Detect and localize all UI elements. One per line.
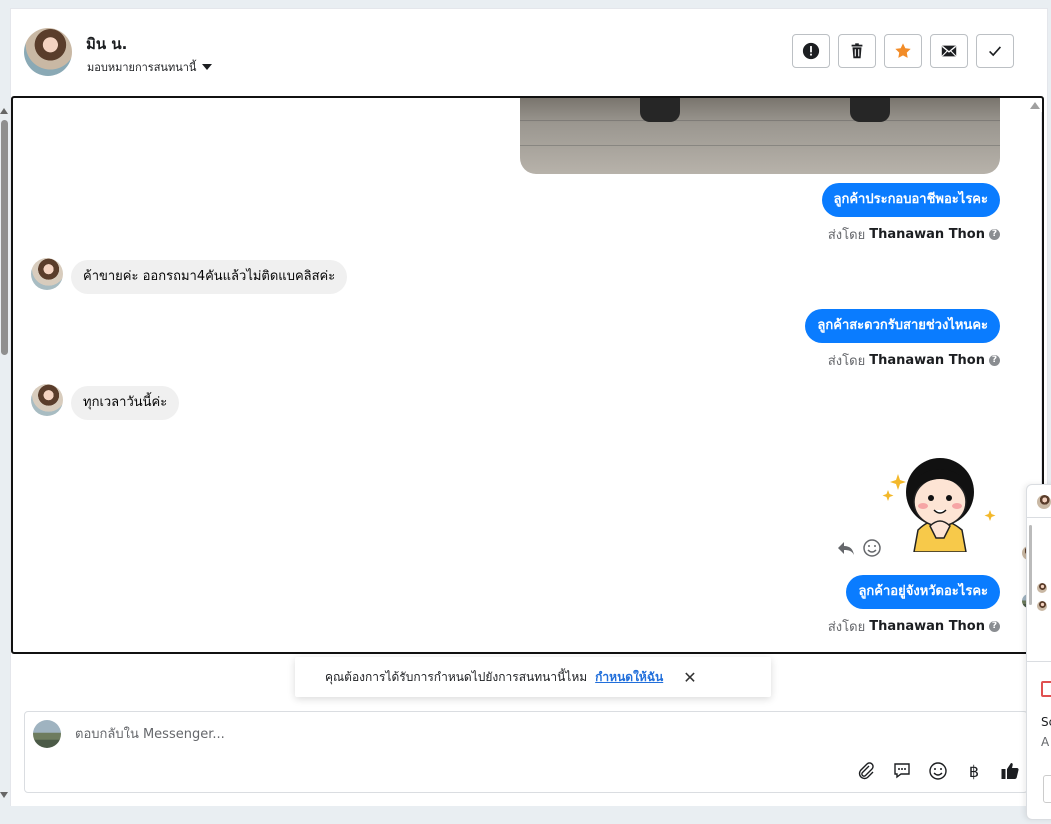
smiley-icon (929, 762, 947, 780)
saved-replies-button[interactable] (891, 760, 913, 782)
composer-toolbar: ฿ (855, 760, 1021, 782)
assign-prompt-text: คุณต้องการได้รับการกำหนดไปยังการสนทนานี้… (325, 669, 588, 684)
contact-avatar-small (31, 258, 63, 290)
attach-button[interactable] (855, 760, 877, 782)
assign-dropdown[interactable]: มอบหมายการสนทนานี้ (87, 58, 213, 76)
reply-icon[interactable] (836, 538, 856, 558)
assign-to-me-link[interactable]: กำหนดให้ฉัน (595, 668, 663, 687)
peek-scrollbar[interactable] (1029, 525, 1032, 605)
sent-by-prefix: ส่งโดย (827, 228, 866, 243)
caret-down-icon (202, 64, 213, 70)
payment-button[interactable]: ฿ (963, 760, 985, 782)
star-button[interactable] (884, 34, 922, 68)
peek-avatar (1037, 495, 1051, 509)
react-emoji-icon[interactable] (862, 538, 882, 558)
thread-scroll-up-arrow[interactable] (1030, 102, 1040, 109)
message-incoming[interactable]: ค้าขายค่ะ ออกรถมา4คันแล้วไม่ติดแบคลิสค่ะ (71, 260, 348, 294)
contact-avatar-small (31, 384, 63, 416)
header-actions (792, 34, 1014, 68)
app-icon (1041, 681, 1051, 697)
peek-avatar (1037, 583, 1047, 593)
thumbs-up-icon (1001, 763, 1019, 779)
emoji-button[interactable] (927, 760, 949, 782)
scroll-down-arrow[interactable] (0, 792, 8, 798)
peek-title: Sc (1041, 715, 1051, 729)
peek-subtitle: A (1041, 735, 1050, 749)
page-avatar (33, 720, 61, 748)
sent-by-label: ส่งโดย Thanawan Thon ? (828, 350, 1000, 371)
message-outgoing[interactable]: ลูกค้าอยู่จังหวัดอะไรคะ (846, 575, 1000, 609)
like-button[interactable] (999, 760, 1021, 782)
help-icon[interactable]: ? (989, 229, 1000, 240)
mark-unread-button[interactable] (930, 34, 968, 68)
delete-button[interactable] (838, 34, 876, 68)
sent-by-name: Thanawan Thon (869, 227, 985, 242)
scrollbar-thumb[interactable] (1, 120, 8, 355)
baht-icon: ฿ (968, 761, 980, 781)
assign-prompt-toast: คุณต้องการได้รับการกำหนดไปยังการสนทนานี้… (295, 657, 771, 697)
sticker-girl-image[interactable] (878, 440, 998, 552)
peek-button[interactable] (1043, 775, 1051, 803)
sent-by-label: ส่งโดย Thanawan Thon ? (828, 224, 1000, 245)
assign-label: มอบหมายการสนทนานี้ (87, 61, 197, 74)
paperclip-icon (858, 762, 874, 780)
car-tire (640, 98, 680, 122)
mark-spam-button[interactable] (792, 34, 830, 68)
peek-avatar (1037, 601, 1047, 611)
sent-by-prefix: ส่งโดย (827, 620, 866, 635)
alert-icon (802, 42, 820, 60)
car-tire (850, 98, 890, 122)
sent-by-prefix: ส่งโดย (827, 354, 866, 369)
attached-car-photo[interactable] (520, 98, 1000, 174)
reply-composer: ฿ (24, 711, 1028, 793)
trash-icon (851, 43, 863, 59)
sent-by-name: Thanawan Thon (869, 353, 985, 368)
message-outgoing[interactable]: ลูกค้าประกอบอาชีพอะไรคะ (821, 183, 1000, 217)
mark-done-button[interactable] (976, 34, 1014, 68)
sent-by-label: ส่งโดย Thanawan Thon ? (828, 616, 1000, 637)
chat-bubble-icon (894, 763, 910, 779)
mail-icon (941, 45, 957, 57)
conversation-header: มิน น. มอบหมายการสนทนานี้ (14, 20, 1014, 76)
close-icon[interactable]: ✕ (683, 668, 696, 687)
message-outgoing[interactable]: ลูกค้าสะดวกรับสายช่วงไหนคะ (805, 309, 1000, 343)
star-icon (895, 43, 911, 58)
side-chat-panel[interactable]: Sc A (1026, 484, 1051, 820)
peek-divider (1027, 517, 1051, 518)
message-incoming[interactable]: ทุกเวลาวันนี้ค่ะ (71, 386, 180, 420)
reply-input[interactable] (73, 722, 777, 746)
message-thread[interactable]: ลูกค้าประกอบอาชีพอะไรคะ ส่งโดย Thanawan … (11, 96, 1044, 654)
help-icon[interactable]: ? (989, 355, 1000, 366)
peek-divider (1027, 661, 1051, 662)
contact-avatar[interactable] (24, 28, 72, 76)
sent-by-name: Thanawan Thon (869, 619, 985, 634)
scroll-up-arrow[interactable] (0, 108, 8, 114)
contact-name[interactable]: มิน น. (86, 32, 127, 56)
help-icon[interactable]: ? (989, 621, 1000, 632)
check-icon (989, 46, 1002, 57)
